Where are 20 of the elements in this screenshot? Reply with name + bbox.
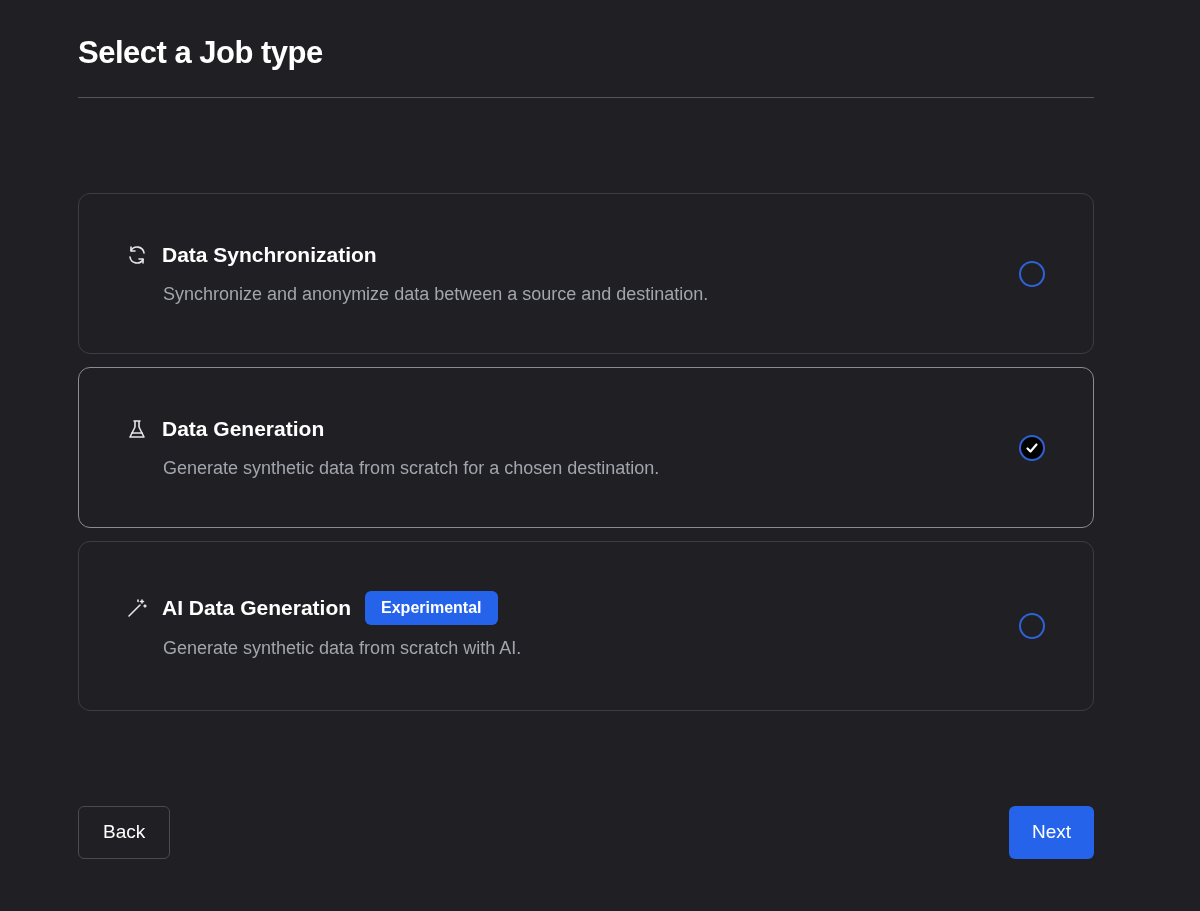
back-button[interactable]: Back: [78, 806, 171, 860]
experimental-badge: Experimental: [365, 590, 498, 625]
job-type-title: AI Data Generation: [162, 594, 352, 621]
flask-icon: [126, 418, 148, 441]
page-title: Select a Job type: [78, 34, 324, 72]
sync-icon: [126, 244, 148, 267]
job-type-card[interactable]: Data Generation Generate synthetic data from scratch for a chosen destination.: [78, 367, 1094, 529]
radio-button[interactable]: [1019, 434, 1045, 461]
job-type-description: Generate synthetic data from scratch for a chosen destination.: [162, 456, 661, 480]
job-type-card[interactable]: Data Synchronization Synchronize and anonymize data between a source and destination.: [78, 193, 1094, 355]
job-type-description: Synchronize and anonymize data between a source and destination.: [162, 282, 710, 306]
check-icon: [1025, 440, 1039, 455]
job-type-description: Generate synthetic data from scratch with AI.: [162, 636, 523, 660]
radio-button[interactable]: [1019, 613, 1045, 640]
job-type-card[interactable]: AI Data Generation Experimental Generate synthetic data from scratch with AI.: [78, 541, 1094, 712]
next-button[interactable]: Next: [1008, 806, 1094, 860]
job-type-title: Data Synchronization: [162, 242, 377, 269]
job-type-title: Data Generation: [162, 416, 325, 443]
wand-icon: [126, 596, 148, 619]
radio-button[interactable]: [1019, 260, 1045, 287]
